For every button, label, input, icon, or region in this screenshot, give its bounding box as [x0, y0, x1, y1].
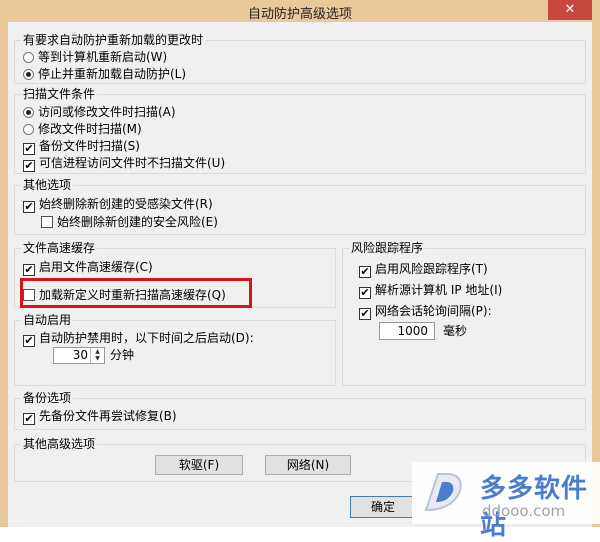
checkbox-delete-risks-box[interactable] [41, 216, 53, 228]
radio-stop-reload-label: 停止并重新加载自动防护(L) [38, 67, 187, 81]
radio-scan-access-modify-indicator[interactable] [23, 107, 34, 118]
radio-scan-modify-indicator[interactable] [23, 124, 34, 135]
checkbox-trusted-process[interactable]: ✔ 可信进程访问文件时不扫描文件(U) [23, 155, 226, 172]
minutes-spinner[interactable]: 30 ▲ ▼ [53, 347, 105, 364]
network-button[interactable]: 网络(N) [265, 455, 351, 475]
checkbox-delete-infected[interactable]: ✔ 始终删除新创建的受感染文件(R) [23, 196, 213, 213]
scan-group-label: 扫描文件条件 [21, 87, 98, 101]
checkbox-auto-enable-box[interactable]: ✔ [23, 335, 35, 347]
radio-stop-reload[interactable]: 停止并重新加载自动防护(L) [23, 66, 186, 82]
other-options-group: 其他选项 ✔ 始终删除新创建的受感染文件(R) 始终删除新创建的安全风险(E) [14, 178, 586, 235]
checkbox-resolve-ip-box[interactable]: ✔ [359, 287, 371, 299]
checkbox-resolve-ip[interactable]: ✔ 解析源计算机 IP 地址(I) [359, 282, 503, 299]
cache-group-label: 文件高速缓存 [21, 241, 98, 255]
checkbox-delete-risks-label: 始终删除新创建的安全风险(E) [57, 215, 218, 229]
scan-conditions-group: 扫描文件条件 访问或修改文件时扫描(A) 修改文件时扫描(M) ✔ 备份文件时扫描… [14, 87, 586, 174]
window-title: 自动防护高级选项 [247, 7, 352, 22]
minutes-unit: 分钟 [110, 348, 135, 362]
radio-stop-reload-indicator[interactable] [23, 69, 34, 80]
spin-down-icon[interactable]: ▼ [91, 355, 104, 362]
other-group-label: 其他选项 [21, 178, 74, 192]
spin-up-icon[interactable]: ▲ [91, 348, 104, 355]
checkbox-resolve-ip-label: 解析源计算机 IP 地址(I) [375, 283, 503, 297]
red-highlight-box [20, 278, 252, 308]
checkbox-auto-enable-label: 自动防护禁用时，以下时间之后启动(D): [39, 331, 254, 345]
checkbox-auto-enable[interactable]: ✔ 自动防护禁用时，以下时间之后启动(D): [23, 330, 254, 347]
risk-tracker-group: 风险跟踪程序 ✔ 启用风险跟踪程序(T) ✔ 解析源计算机 IP 地址(I) ✔ 网络… [342, 241, 586, 386]
watermark: 多多软件站 ddooo.com [412, 462, 600, 541]
autostart-group-label: 自动启用 [21, 313, 74, 327]
radio-wait-restart[interactable]: 等到计算机重新启动(W) [23, 49, 167, 65]
checkbox-delete-infected-label: 始终删除新创建的受感染文件(R) [39, 197, 213, 211]
checkbox-scan-backup-box[interactable]: ✔ [23, 143, 35, 155]
checkbox-delete-risks[interactable]: 始终删除新创建的安全风险(E) [41, 214, 218, 230]
checkbox-enable-cache-label: 启用文件高速缓存(C) [39, 260, 153, 274]
checkbox-poll-interval-label: 网络会话轮询间隔(P): [375, 304, 492, 318]
radio-scan-access-modify-label: 访问或修改文件时扫描(A) [38, 105, 176, 119]
backup-options-group: 备份选项 ✔ 先备份文件再尝试修复(B) [14, 391, 586, 430]
risk-group-label: 风险跟踪程序 [349, 241, 426, 255]
radio-scan-access-modify[interactable]: 访问或修改文件时扫描(A) [23, 104, 176, 120]
checkbox-enable-risk-tracker[interactable]: ✔ 启用风险跟踪程序(T) [359, 261, 488, 278]
auto-start-group: 自动启用 ✔ 自动防护禁用时，以下时间之后启动(D): 30 ▲ ▼ 分钟 [14, 313, 336, 386]
close-button[interactable]: ✕ [548, 0, 592, 20]
checkbox-poll-interval[interactable]: ✔ 网络会话轮询间隔(P): [359, 303, 492, 320]
radio-wait-restart-indicator[interactable] [23, 52, 34, 63]
checkbox-enable-risk-tracker-label: 启用风险跟踪程序(T) [375, 262, 488, 276]
checkbox-backup-before-repair-box[interactable]: ✔ [23, 413, 35, 425]
checkbox-enable-cache[interactable]: ✔ 启用文件高速缓存(C) [23, 259, 153, 276]
title-bar[interactable]: 自动防护高级选项 ✕ [0, 0, 600, 22]
restart-group: 有要求自动防护重新加载的更改时 等到计算机重新启动(W) 停止并重新加载自动防护… [14, 33, 586, 84]
checkbox-trusted-process-label: 可信进程访问文件时不扫描文件(U) [39, 156, 226, 170]
radio-scan-modify[interactable]: 修改文件时扫描(M) [23, 121, 142, 137]
floppy-button[interactable]: 软驱(F) [155, 455, 243, 475]
checkbox-scan-backup-label: 备份文件时扫描(S) [39, 139, 140, 153]
ok-button[interactable]: 确定 [350, 496, 416, 518]
checkbox-enable-cache-box[interactable]: ✔ [23, 264, 35, 276]
checkbox-scan-backup[interactable]: ✔ 备份文件时扫描(S) [23, 138, 140, 155]
spinner-arrows[interactable]: ▲ ▼ [90, 348, 104, 363]
checkbox-enable-risk-tracker-box[interactable]: ✔ [359, 266, 371, 278]
dialog-body: 有要求自动防护重新加载的更改时 等到计算机重新启动(W) 停止并重新加载自动防护… [8, 22, 592, 527]
radio-scan-modify-label: 修改文件时扫描(M) [38, 122, 142, 136]
restart-group-label: 有要求自动防护重新加载的更改时 [21, 33, 206, 47]
checkbox-trusted-process-box[interactable]: ✔ [23, 160, 35, 172]
checkbox-delete-infected-box[interactable]: ✔ [23, 201, 35, 213]
advanced-group-label: 其他高级选项 [21, 437, 98, 451]
radio-wait-restart-label: 等到计算机重新启动(W) [38, 50, 168, 64]
checkbox-poll-interval-box[interactable]: ✔ [359, 308, 371, 320]
dialog-window: 自动防护高级选项 ✕ 有要求自动防护重新加载的更改时 等到计算机重新启动(W) … [0, 0, 600, 541]
checkbox-backup-before-repair-label: 先备份文件再尝试修复(B) [39, 409, 177, 423]
checkbox-backup-before-repair[interactable]: ✔ 先备份文件再尝试修复(B) [23, 408, 177, 425]
watermark-logo-icon [424, 473, 462, 512]
interval-unit: 毫秒 [443, 324, 468, 338]
watermark-url: ddooo.com [482, 502, 566, 520]
backup-group-label: 备份选项 [21, 391, 74, 405]
minutes-value: 30 [72, 348, 88, 362]
poll-interval-input[interactable]: 1000 [379, 322, 435, 340]
